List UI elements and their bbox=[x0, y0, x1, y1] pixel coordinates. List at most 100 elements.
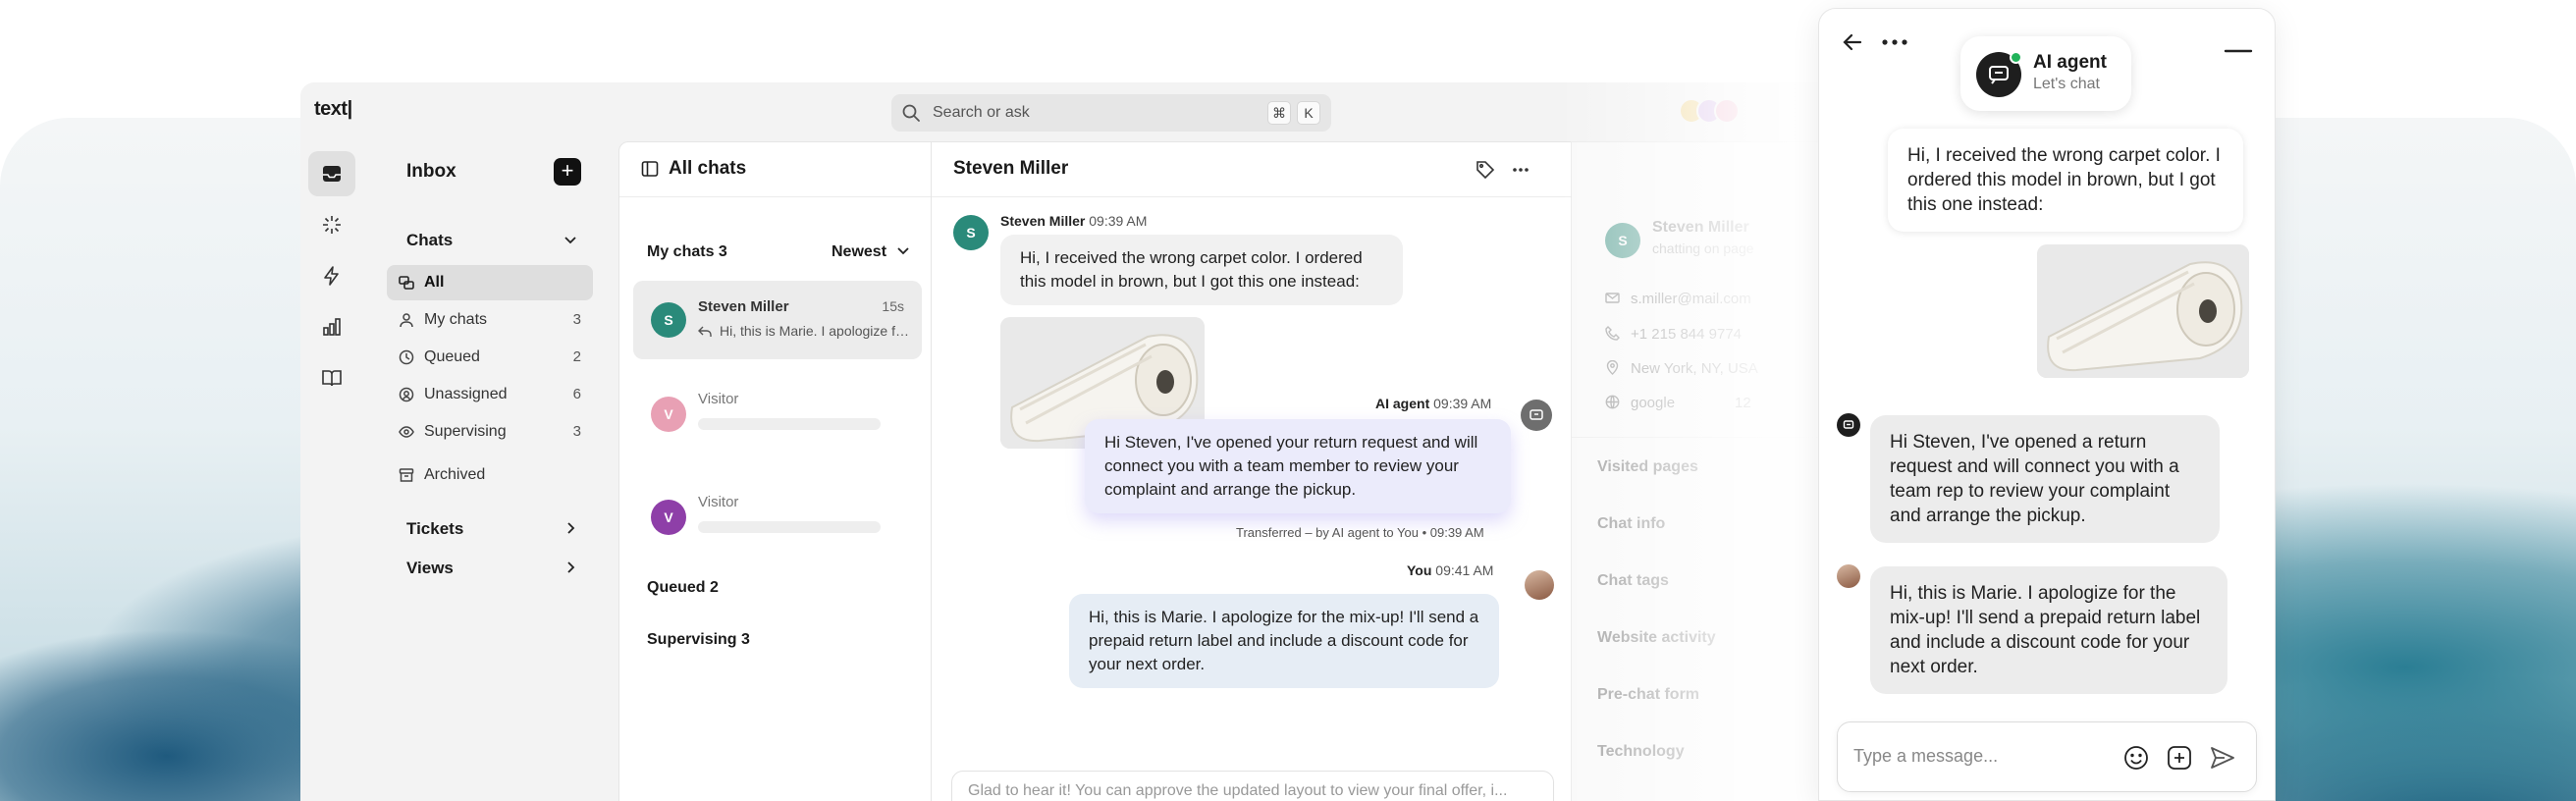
shortcut-k-key: K bbox=[1297, 101, 1320, 125]
send-icon[interactable] bbox=[2209, 744, 2236, 772]
rail-knowledge-icon[interactable] bbox=[308, 355, 355, 400]
loading-placeholder bbox=[698, 418, 881, 430]
conversation-header: Steven Miller bbox=[932, 142, 1572, 197]
mail-icon bbox=[1605, 293, 1620, 309]
customer-status: chatting on page bbox=[1652, 240, 1754, 256]
section-technology[interactable]: Technology bbox=[1597, 743, 1685, 761]
message-composer[interactable]: Glad to hear it! You can approve the upd… bbox=[951, 771, 1554, 801]
nav-item-all[interactable]: All bbox=[387, 265, 593, 300]
input-placeholder: Type a message... bbox=[1853, 746, 1999, 766]
nav-item-count: 3 bbox=[572, 423, 581, 440]
back-arrow-icon[interactable] bbox=[1841, 30, 1864, 59]
location-pin-icon bbox=[1605, 359, 1620, 379]
chat-row-visitor[interactable]: V Visitor bbox=[633, 478, 922, 557]
emoji-icon[interactable] bbox=[2122, 744, 2150, 772]
agent-subtitle: Let's chat bbox=[2033, 76, 2100, 92]
conversation-title: Steven Miller bbox=[953, 158, 1069, 179]
chat-row-time: 15s bbox=[882, 298, 904, 314]
clock-icon bbox=[399, 349, 414, 370]
nav-item-count: 3 bbox=[572, 311, 581, 328]
nav-section-chats-label: Chats bbox=[406, 231, 454, 249]
nav-section-chats[interactable]: Chats bbox=[399, 224, 585, 257]
nav-item-my-chats[interactable]: My chats 3 bbox=[387, 302, 593, 338]
chevron-right-icon bbox=[564, 560, 577, 579]
group-queued[interactable]: Queued 2 bbox=[647, 579, 719, 597]
nav-item-queued[interactable]: Queued 2 bbox=[387, 340, 593, 375]
nav-item-label: My chats bbox=[424, 311, 488, 328]
customer-name: Steven Miller bbox=[1652, 219, 1749, 236]
widget-carpet-image[interactable] bbox=[2037, 244, 2249, 378]
sort-dropdown[interactable]: Newest bbox=[832, 243, 910, 262]
section-chat-info[interactable]: Chat info bbox=[1597, 515, 1665, 533]
search-icon bbox=[901, 103, 921, 128]
tag-icon[interactable] bbox=[1476, 160, 1495, 185]
section-pre-chat-form[interactable]: Pre-chat form bbox=[1597, 686, 1699, 704]
nav-section-tickets[interactable]: Tickets bbox=[399, 512, 585, 546]
nav-item-label: All bbox=[424, 274, 445, 291]
widget-message-input[interactable]: Type a message... bbox=[1837, 721, 2257, 792]
widget-message-visitor: Hi, I received the wrong carpet color. I… bbox=[1888, 129, 2243, 232]
agent-avatar bbox=[1837, 564, 1860, 588]
archive-icon bbox=[399, 467, 414, 488]
rail-ai-icon[interactable] bbox=[308, 202, 355, 247]
sender-name: You bbox=[1407, 562, 1432, 578]
nav-item-label: Unassigned bbox=[424, 386, 508, 402]
new-chat-button[interactable]: + bbox=[554, 158, 581, 186]
chat-list-header: All chats bbox=[619, 142, 932, 197]
detail-phone[interactable]: +1 215 844 9774 bbox=[1605, 326, 1742, 345]
rail-reports-icon[interactable] bbox=[308, 304, 355, 349]
detail-location-value: New York, NY, USA bbox=[1631, 360, 1758, 377]
nav-section-views[interactable]: Views bbox=[399, 552, 585, 585]
message-time: 09:39 AM bbox=[1089, 213, 1148, 229]
reply-icon bbox=[698, 325, 712, 343]
detail-email[interactable]: s.miller@mail.com bbox=[1605, 291, 1751, 309]
nav-item-supervising[interactable]: Supervising 3 bbox=[387, 414, 593, 450]
sender-name: AI agent bbox=[1375, 396, 1430, 411]
rail-automation-icon[interactable] bbox=[308, 253, 355, 298]
avatar: S bbox=[1605, 223, 1640, 258]
chat-row-preview: Hi, this is Marie. I apologize for the m… bbox=[720, 323, 912, 339]
search-bar[interactable]: Search or ask ⌘ K bbox=[891, 94, 1331, 132]
shortcut-mod-key: ⌘ bbox=[1267, 101, 1291, 125]
nav-item-unassigned[interactable]: Unassigned 6 bbox=[387, 377, 593, 412]
app-logo: text| bbox=[314, 98, 352, 120]
search-placeholder: Search or ask bbox=[933, 104, 1030, 121]
nav-item-archived[interactable]: Archived bbox=[387, 457, 593, 493]
minimize-icon[interactable] bbox=[2224, 44, 2253, 63]
nav-item-count: 2 bbox=[572, 348, 581, 365]
detail-location: New York, NY, USA bbox=[1605, 359, 1758, 379]
transfer-note: Transferred – by AI agent to You • 09:39… bbox=[1236, 525, 1484, 540]
section-visited-pages[interactable]: Visited pages bbox=[1597, 458, 1698, 476]
conversation-panel: Steven Miller S Steven Miller 09:39 AM H… bbox=[931, 141, 1572, 801]
attach-plus-icon[interactable] bbox=[2166, 744, 2193, 772]
avatar: S bbox=[651, 302, 686, 338]
chat-row-name: Visitor bbox=[698, 494, 739, 510]
sender-name: Steven Miller bbox=[1000, 213, 1086, 229]
loading-placeholder bbox=[698, 521, 881, 533]
group-supervising[interactable]: Supervising 3 bbox=[647, 631, 750, 649]
message-visitor: Hi, I received the wrong carpet color. I… bbox=[1000, 235, 1403, 305]
rail-inbox-icon[interactable] bbox=[308, 151, 355, 196]
agent-name: AI agent bbox=[2033, 52, 2107, 73]
group-my-chats[interactable]: My chats 3 bbox=[647, 243, 727, 261]
nav-item-count: 6 bbox=[572, 386, 581, 402]
more-options-icon[interactable] bbox=[1880, 30, 1909, 59]
sidebar-toggle-icon[interactable] bbox=[641, 160, 659, 183]
section-chat-tags[interactable]: Chat tags bbox=[1597, 572, 1669, 590]
widget-message-ai: Hi Steven, I've opened a return request … bbox=[1870, 415, 2220, 543]
more-options-icon[interactable] bbox=[1511, 160, 1530, 185]
detail-visits-value: 12 bbox=[1735, 395, 1751, 411]
sort-label: Newest bbox=[832, 243, 887, 260]
team-avatars[interactable] bbox=[1679, 98, 1740, 129]
detail-email-value: s.miller@mail.com bbox=[1631, 291, 1751, 307]
chevron-down-icon bbox=[896, 243, 910, 262]
chat-row-name: Visitor bbox=[698, 391, 739, 407]
section-website-activity[interactable]: Website activity bbox=[1597, 629, 1716, 647]
chat-row-steven[interactable]: S Steven Miller 15s Hi, this is Marie. I… bbox=[633, 281, 922, 359]
user-circle-icon bbox=[399, 387, 414, 407]
globe-icon bbox=[1605, 395, 1620, 413]
chat-widget: AI agent Let's chat Hi, I received the w… bbox=[1818, 8, 2276, 801]
phone-icon bbox=[1605, 326, 1620, 345]
avatar: V bbox=[651, 500, 686, 535]
chat-row-visitor[interactable]: V Visitor bbox=[633, 375, 922, 454]
